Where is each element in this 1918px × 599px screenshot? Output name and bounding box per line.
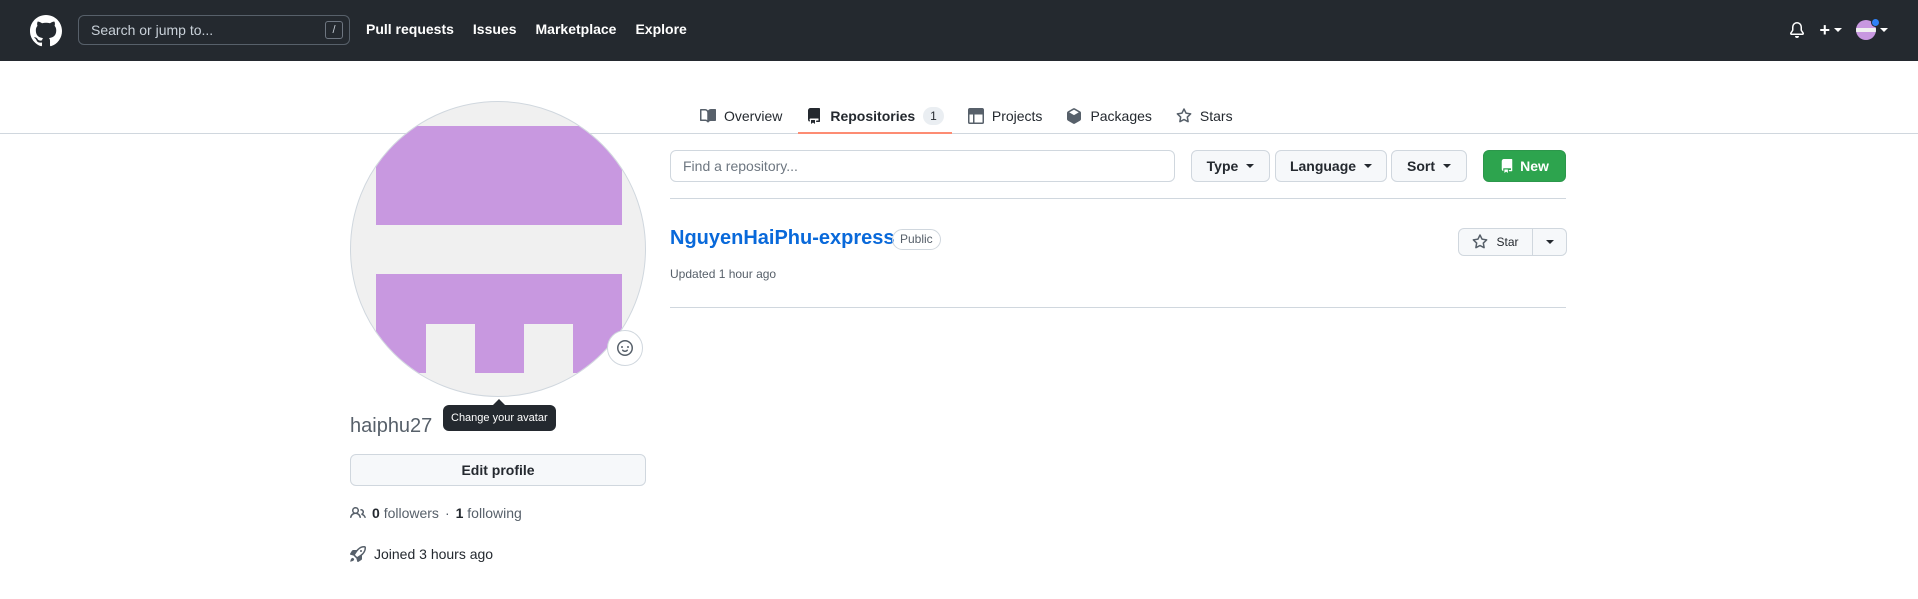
tab-label: Overview [724, 108, 783, 124]
separator: · [444, 505, 450, 521]
search-input[interactable]: Search or jump to... / [78, 15, 350, 45]
chevron-down-icon [1246, 164, 1255, 168]
tab-stars[interactable]: Stars [1168, 99, 1241, 133]
tab-repositories[interactable]: Repositories 1 [798, 99, 952, 134]
search-shortcut-badge: / [325, 21, 343, 39]
chevron-down-icon [1364, 164, 1373, 168]
star-label: Star [1496, 235, 1519, 249]
bell-icon[interactable] [1789, 21, 1805, 39]
language-filter-button[interactable]: Language [1275, 150, 1387, 182]
notification-dot-icon [1871, 18, 1880, 27]
star-icon [1473, 234, 1488, 249]
chevron-down-icon [1443, 164, 1451, 168]
divider [670, 198, 1566, 199]
star-button-group: Star [1458, 228, 1567, 256]
book-icon [700, 108, 716, 123]
tab-label: Packages [1090, 108, 1152, 124]
smiley-icon [617, 340, 633, 356]
divider [670, 307, 1566, 308]
following-count: 1 [455, 505, 464, 521]
profile-username: haiphu27 [350, 415, 433, 437]
chevron-down-icon [1545, 240, 1554, 244]
repo-updated-time: Updated 1 hour ago [670, 267, 777, 281]
following-label: following [467, 505, 522, 521]
find-repository-input[interactable]: Find a repository... [670, 150, 1175, 182]
nav-explore[interactable]: Explore [635, 21, 686, 37]
package-icon [1067, 108, 1082, 124]
profile-tabs-bar: Overview Repositories 1 Projects Package… [0, 61, 1918, 134]
tab-overview[interactable]: Overview [692, 99, 790, 133]
table-icon [967, 108, 984, 124]
repo-icon [808, 108, 821, 124]
visibility-badge: Public [892, 229, 941, 250]
star-icon [1176, 108, 1192, 123]
tab-projects[interactable]: Projects [960, 99, 1051, 133]
type-filter-button[interactable]: Type [1191, 150, 1270, 182]
repo-icon [1501, 159, 1513, 173]
language-label: Language [1289, 158, 1357, 174]
tab-label: Repositories [830, 108, 916, 124]
nav-marketplace[interactable]: Marketplace [536, 21, 617, 37]
profile-avatar[interactable] [350, 101, 646, 397]
top-nav: Pull requests Issues Marketplace Explore [366, 21, 687, 37]
new-repository-button[interactable]: New [1483, 150, 1566, 182]
new-label: New [1520, 158, 1549, 174]
followers-link[interactable]: 0 followers [372, 505, 439, 521]
chevron-down-icon [1880, 28, 1888, 32]
followers-label: followers [383, 505, 439, 521]
follow-stats: 0 followers · 1 following [350, 505, 522, 521]
sort-button[interactable]: Sort [1391, 150, 1467, 182]
search-placeholder: Search or jump to... [91, 22, 214, 38]
star-lists-dropdown[interactable] [1533, 228, 1567, 256]
plus-icon: + [1819, 20, 1830, 40]
nav-issues[interactable]: Issues [473, 21, 517, 37]
user-menu[interactable] [1856, 18, 1888, 40]
repo-count-badge: 1 [923, 107, 944, 125]
github-logo-icon[interactable] [30, 15, 62, 47]
tab-packages[interactable]: Packages [1058, 99, 1159, 133]
repo-name-link[interactable]: NguyenHaiPhu-express [670, 227, 895, 250]
set-status-button[interactable] [607, 330, 643, 366]
rocket-icon [350, 546, 366, 562]
profile-tabs: Overview Repositories 1 Projects Package… [692, 99, 1249, 134]
sort-label: Sort [1407, 158, 1435, 174]
joined-text: Joined 3 hours ago [374, 546, 494, 562]
following-link[interactable]: 1 following [456, 505, 522, 521]
type-label: Type [1206, 158, 1239, 174]
header-actions: + [1789, 18, 1888, 40]
followers-count: 0 [372, 505, 380, 521]
nav-pull-requests[interactable]: Pull requests [366, 21, 454, 37]
people-icon [350, 506, 366, 519]
tab-label: Projects [991, 108, 1043, 124]
edit-profile-button[interactable]: Edit profile [350, 454, 646, 486]
tab-label: Stars [1199, 108, 1233, 124]
avatar-tooltip: Change your avatar [443, 399, 556, 431]
global-header: Search or jump to... / Pull requests Iss… [0, 0, 1918, 61]
joined-info: Joined 3 hours ago [350, 546, 493, 562]
create-new-dropdown[interactable]: + [1819, 21, 1842, 39]
star-button[interactable]: Star [1458, 228, 1533, 256]
chevron-down-icon [1834, 28, 1842, 32]
